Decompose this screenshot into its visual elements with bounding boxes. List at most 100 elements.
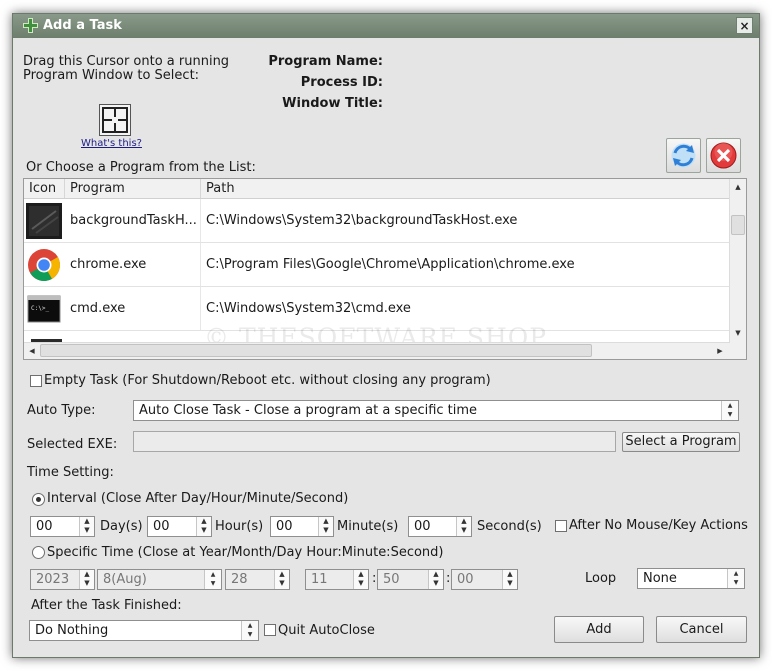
time-separator: : <box>372 571 377 586</box>
crosshair-cursor-icon[interactable] <box>99 104 131 136</box>
red-close-icon <box>710 142 737 169</box>
second-value: 00 <box>414 519 431 534</box>
cancel-button[interactable]: Cancel <box>656 616 747 643</box>
loop-select[interactable]: None ▲ ▼ <box>637 568 745 589</box>
crosshair-icon <box>102 107 128 133</box>
scroll-corner <box>730 343 746 359</box>
specific-time-radio[interactable] <box>32 546 45 559</box>
program-list[interactable]: Icon Program Path backgroundTaskH... C:\… <box>23 178 747 360</box>
time-second-spinner[interactable]: 00 ▲ ▼ <box>451 569 518 590</box>
scroll-down-arrow-icon[interactable]: ▼ <box>731 326 745 340</box>
table-row[interactable]: backgroundTaskH... C:\Windows\System32\b… <box>24 199 730 243</box>
window-title: Add a Task <box>43 18 122 33</box>
spinner-arrows-icon: ▲ ▼ <box>502 570 517 589</box>
list-horizontal-scrollbar[interactable]: ◀ ▶ <box>24 342 730 359</box>
drag-instruction-line1: Drag this Cursor onto a running <box>23 54 230 69</box>
cmd-icon: C:\>_ <box>27 295 61 323</box>
interval-label: Interval (Close After Day/Hour/Minute/Se… <box>47 491 349 506</box>
remove-button[interactable] <box>706 138 741 173</box>
minute-unit-label: Minute(s) <box>337 519 399 534</box>
close-window-button[interactable]: × <box>736 17 753 34</box>
spinner-arrows-icon: ▲ ▼ <box>79 570 94 589</box>
interval-radio[interactable] <box>32 493 45 506</box>
row-path: C:\Program Files\Google\Chrome\Applicati… <box>206 257 575 272</box>
day-of-month-value: 28 <box>231 572 248 587</box>
after-no-input-label: After No Mouse/Key Actions <box>569 518 748 533</box>
minute-spinner[interactable]: 00 ▲ ▼ <box>270 516 334 537</box>
refresh-list-button[interactable] <box>666 138 701 173</box>
year-spinner[interactable]: 2023 ▲ ▼ <box>30 569 95 590</box>
refresh-icon <box>671 143 696 168</box>
add-button[interactable]: Add <box>554 616 644 643</box>
day-unit-label: Day(s) <box>100 519 143 534</box>
scroll-left-arrow-icon[interactable]: ◀ <box>25 344 39 358</box>
spinner-arrows-icon: ▲ ▼ <box>456 517 471 536</box>
auto-type-value: Auto Close Task - Close a program at a s… <box>139 403 478 418</box>
time-setting-label: Time Setting: <box>27 465 114 480</box>
day-of-month-spinner[interactable]: 28 ▲ ▼ <box>225 569 290 590</box>
after-no-input-checkbox[interactable] <box>555 520 567 532</box>
spinner-arrows-icon: ▲ ▼ <box>727 569 744 588</box>
after-finished-select[interactable]: Do Nothing ▲ ▼ <box>29 620 259 641</box>
column-header-icon[interactable]: Icon <box>24 179 65 198</box>
spinner-arrows-icon: ▲ ▼ <box>274 570 289 589</box>
column-header-program[interactable]: Program <box>65 179 201 198</box>
spinner-arrows-icon: ▲ ▼ <box>79 517 94 536</box>
time-minute-value: 50 <box>383 572 400 587</box>
scroll-up-arrow-icon[interactable]: ▲ <box>731 180 745 194</box>
row-icon-cell <box>24 199 65 242</box>
specific-time-label: Specific Time (Close at Year/Month/Day H… <box>47 545 444 560</box>
minute-value: 00 <box>276 519 293 534</box>
spinner-arrows-icon: ▲ ▼ <box>721 401 738 420</box>
add-task-icon <box>23 18 38 33</box>
after-finished-value: Do Nothing <box>35 623 109 638</box>
spinner-arrows-icon: ▲ ▼ <box>428 570 443 589</box>
spinner-arrows-icon: ▲ ▼ <box>241 621 258 640</box>
loop-label: Loop <box>585 571 617 586</box>
column-header-path[interactable]: Path <box>201 179 730 198</box>
whats-this-link[interactable]: What's this? <box>81 138 142 149</box>
day-value: 00 <box>36 519 53 534</box>
hour-spinner[interactable]: 00 ▲ ▼ <box>147 516 212 537</box>
auto-type-label: Auto Type: <box>27 403 96 418</box>
spinner-arrows-icon: ▲ ▼ <box>318 517 333 536</box>
scroll-right-arrow-icon[interactable]: ▶ <box>713 344 727 358</box>
quit-autoclose-checkbox[interactable] <box>264 624 276 636</box>
chrome-icon <box>28 249 60 282</box>
month-select[interactable]: 8(Aug) ▲ ▼ <box>97 569 222 590</box>
row-path: C:\Windows\System32\backgroundTaskHost.e… <box>206 213 518 228</box>
time-hour-spinner[interactable]: 11 ▲ ▼ <box>305 569 369 590</box>
empty-task-checkbox[interactable] <box>30 375 42 387</box>
vertical-scroll-thumb[interactable] <box>731 215 745 235</box>
row-icon-cell <box>24 243 65 286</box>
second-unit-label: Second(s) <box>477 519 542 534</box>
auto-type-select[interactable]: Auto Close Task - Close a program at a s… <box>133 400 739 421</box>
program-name-label: Program Name: <box>268 54 383 69</box>
row-icon-cell: C:\>_ <box>24 287 65 330</box>
svg-text:C:\>_: C:\>_ <box>31 305 49 312</box>
spinner-arrows-icon: ▲ ▼ <box>196 517 211 536</box>
process-id-label: Process ID: <box>300 75 383 90</box>
time-hour-value: 11 <box>311 572 328 587</box>
time-minute-spinner[interactable]: 50 ▲ ▼ <box>377 569 444 590</box>
horizontal-scroll-thumb[interactable] <box>40 344 592 357</box>
choose-program-heading: Or Choose a Program from the List: <box>26 160 256 175</box>
spinner-arrows-icon: ▲ ▼ <box>204 570 221 589</box>
add-task-dialog: Add a Task × Drag this Cursor onto a run… <box>12 13 760 658</box>
list-vertical-scrollbar[interactable]: ▲ ▼ <box>729 179 746 343</box>
row-program: cmd.exe <box>65 287 201 330</box>
day-spinner[interactable]: 00 ▲ ▼ <box>30 516 95 537</box>
list-header: Icon Program Path <box>24 179 730 199</box>
selected-exe-field[interactable] <box>133 431 616 452</box>
row-program: backgroundTaskH... <box>65 199 201 242</box>
time-second-value: 00 <box>457 572 474 587</box>
spinner-arrows-icon: ▲ ▼ <box>353 570 368 589</box>
table-row[interactable]: chrome.exe C:\Program Files\Google\Chrom… <box>24 243 730 287</box>
row-program: chrome.exe <box>65 243 201 286</box>
month-value: 8(Aug) <box>103 572 147 587</box>
second-spinner[interactable]: 00 ▲ ▼ <box>408 516 472 537</box>
window-title-label: Window Title: <box>282 96 383 111</box>
selected-exe-label: Selected EXE: <box>27 437 118 452</box>
select-program-button[interactable]: Select a Program <box>622 432 740 452</box>
hour-value: 00 <box>153 519 170 534</box>
